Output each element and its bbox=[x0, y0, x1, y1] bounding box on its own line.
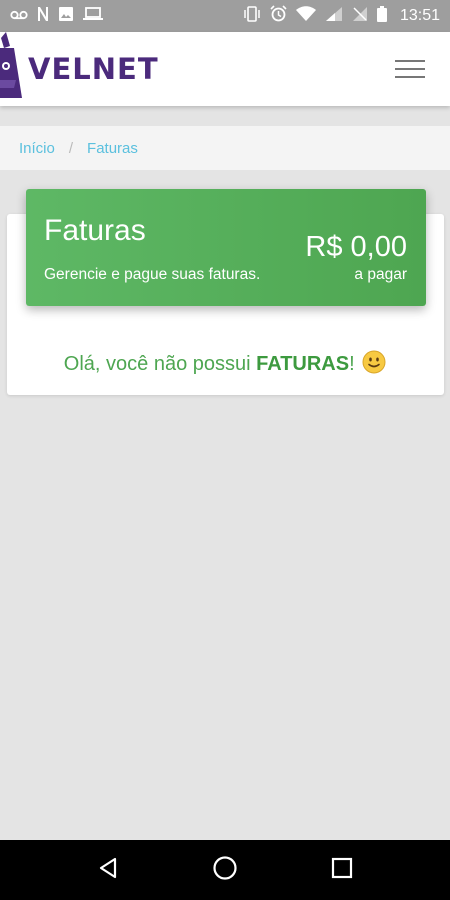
logo-mark-icon bbox=[0, 31, 26, 107]
menu-icon-bar bbox=[395, 76, 425, 78]
invoices-card-header: Faturas Gerencie e pague suas faturas. R… bbox=[26, 189, 426, 306]
amount-due-label: a pagar bbox=[354, 266, 407, 283]
voicemail-icon bbox=[10, 7, 28, 25]
notification-n-icon bbox=[37, 6, 49, 27]
menu-button[interactable] bbox=[388, 47, 432, 91]
recents-square-icon bbox=[331, 857, 353, 884]
status-bar: 13:51 bbox=[0, 0, 450, 32]
no-signal-icon bbox=[352, 6, 368, 27]
logo-text: VELNET bbox=[28, 52, 159, 86]
vibrate-icon bbox=[243, 5, 261, 27]
menu-icon-bar bbox=[395, 60, 425, 62]
empty-invoices-message: Olá, você não possui FATURAS! bbox=[0, 350, 450, 380]
breadcrumb: Início / Faturas bbox=[0, 126, 450, 170]
laptop-icon bbox=[83, 6, 103, 26]
wifi-icon bbox=[295, 5, 316, 27]
invoices-subtitle: Gerencie e pague suas faturas. bbox=[44, 266, 261, 283]
recents-button[interactable] bbox=[317, 845, 367, 895]
invoices-title: Faturas bbox=[44, 214, 146, 247]
system-navigation-bar bbox=[0, 840, 450, 900]
breadcrumb-home-link[interactable]: Início bbox=[19, 140, 55, 157]
status-time: 13:51 bbox=[399, 7, 440, 24]
breadcrumb-current: Faturas bbox=[87, 139, 138, 157]
battery-icon bbox=[376, 5, 387, 27]
breadcrumb-separator: / bbox=[68, 139, 74, 157]
empty-message-suffix: ! bbox=[349, 353, 361, 375]
home-button[interactable] bbox=[200, 845, 250, 895]
empty-message-prefix: Olá, você não possui bbox=[63, 353, 257, 375]
smiley-icon bbox=[362, 350, 386, 380]
amount-due: R$ 0,00 bbox=[305, 231, 407, 263]
image-icon bbox=[58, 6, 74, 27]
menu-icon-bar bbox=[395, 68, 425, 70]
signal-icon bbox=[325, 6, 343, 27]
velnet-logo[interactable]: VELNET bbox=[0, 31, 159, 107]
home-circle-icon bbox=[212, 855, 238, 886]
back-button[interactable] bbox=[83, 845, 133, 895]
back-triangle-icon bbox=[97, 857, 119, 884]
app-header: VELNET bbox=[0, 31, 450, 107]
alarm-icon bbox=[270, 5, 287, 27]
empty-message-emphasis: FATURAS bbox=[256, 353, 350, 375]
